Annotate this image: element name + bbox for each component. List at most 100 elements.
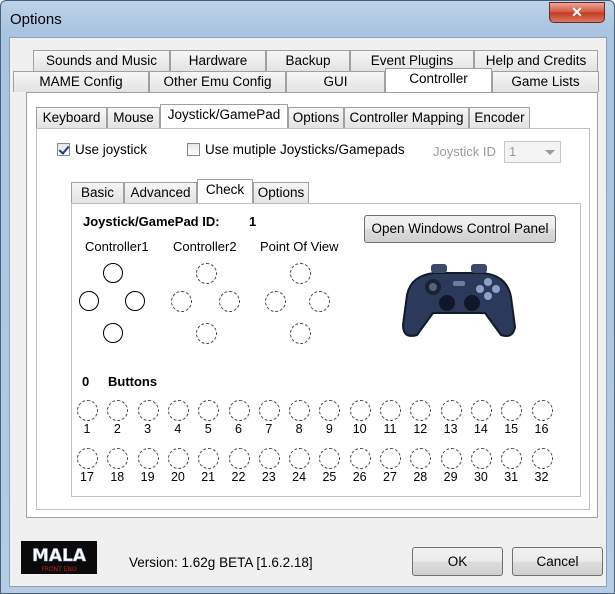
controller1-down-indicator — [103, 323, 123, 343]
button-indicator-9 — [319, 400, 341, 421]
button-indicator-29 — [440, 448, 462, 469]
button-indicator-22 — [228, 448, 250, 469]
controller-panel: Keyboard Mouse Joystick/GamePad Options … — [26, 92, 598, 518]
button-indicator-17 — [77, 448, 98, 469]
use-joystick-label: Use joystick — [75, 142, 148, 157]
button-number-label: 7 — [265, 422, 273, 436]
button-indicator-28 — [410, 448, 432, 469]
button-number-label: 23 — [261, 470, 276, 484]
joystick-id-select[interactable]: 1 — [504, 141, 561, 163]
tab-keyboard[interactable]: Keyboard — [36, 107, 107, 128]
pov-left-indicator — [265, 291, 286, 312]
button-number-label: 24 — [292, 470, 307, 484]
button-number-label: 27 — [383, 470, 397, 484]
tab-check[interactable]: Check — [197, 179, 253, 203]
use-multiple-label: Use mutiple Joysticks/Gamepads — [205, 142, 405, 157]
tab-backup[interactable]: Backup — [266, 50, 350, 71]
tab-advanced[interactable]: Advanced — [124, 182, 197, 203]
button-indicator-21 — [198, 448, 220, 469]
button-number-label: 31 — [504, 470, 519, 484]
button-indicator-5 — [198, 400, 220, 421]
button-number-label: 30 — [473, 470, 488, 484]
tab-encoder[interactable]: Encoder — [469, 107, 530, 128]
button-number-label: 5 — [204, 422, 212, 436]
use-joystick-checkbox[interactable]: Use joystick — [57, 142, 147, 157]
pov-down-indicator — [290, 323, 311, 344]
open-windows-control-panel-button[interactable]: Open Windows Control Panel — [364, 215, 556, 243]
button-indicator-13 — [440, 400, 462, 421]
button-indicator-8 — [289, 400, 311, 421]
mala-logo: MALA FRONT END — [21, 541, 97, 574]
joystick-id-label: Joystick ID — [433, 144, 496, 159]
tab-controller[interactable]: Controller — [385, 68, 492, 92]
controller1-right-indicator — [125, 291, 145, 311]
version-text: Version: 1.62g BETA [1.6.2.18] — [129, 555, 313, 570]
joystick-id-value: 1 — [509, 144, 517, 159]
button-number-label: 16 — [534, 422, 549, 436]
button-number-label: 26 — [352, 470, 367, 484]
tab-inner-options[interactable]: Options — [253, 182, 309, 203]
button-number-label: 3 — [144, 422, 152, 436]
check-panel: Joystick/GamePad ID: 1 Open Windows Cont… — [71, 203, 581, 497]
tab-help-and-credits[interactable]: Help and Credits — [474, 50, 598, 71]
tab-mouse[interactable]: Mouse — [107, 107, 160, 128]
button-indicator-31 — [501, 448, 523, 469]
tab-other-emu-config[interactable]: Other Emu Config — [149, 71, 286, 92]
button-indicator-7 — [258, 400, 280, 421]
tab-hardware[interactable]: Hardware — [170, 50, 266, 71]
button-indicator-26 — [349, 448, 371, 469]
tab-gui[interactable]: GUI — [286, 71, 385, 92]
button-indicator-19 — [137, 448, 159, 469]
button-indicator-30 — [470, 448, 492, 469]
button-indicator-23 — [258, 448, 280, 469]
tab-options[interactable]: Options — [288, 107, 344, 128]
top-tabs-row1: Sounds and Music Hardware Backup Event P… — [33, 50, 598, 71]
button-indicator-12 — [410, 400, 432, 421]
controller1-up-indicator — [103, 263, 123, 283]
button-count: 0 — [82, 374, 90, 389]
button-number-label: 18 — [110, 470, 125, 484]
tab-mame-config[interactable]: MAME Config — [13, 71, 149, 92]
tab-sounds-and-music[interactable]: Sounds and Music — [33, 50, 170, 71]
button-number-label: 11 — [383, 422, 397, 436]
button-number-label: 22 — [231, 470, 246, 484]
button-number-label: 17 — [80, 470, 94, 484]
controller2-down-indicator — [196, 323, 217, 344]
button-indicator-4 — [167, 400, 189, 421]
button-indicator-27 — [380, 448, 401, 469]
svg-text:FRONT END: FRONT END — [41, 566, 77, 573]
joystick-panel: Use joystick Use mutiple Joysticks/Gamep… — [36, 128, 590, 510]
gamepad-icon — [401, 264, 517, 337]
button-number-label: 1 — [83, 422, 91, 436]
button-number-label: 20 — [170, 470, 185, 484]
button-indicator-3 — [137, 400, 159, 421]
button-number-label: 15 — [504, 422, 519, 436]
use-multiple-joysticks-checkbox[interactable]: Use mutiple Joysticks/Gamepads — [187, 142, 405, 157]
tab-game-lists[interactable]: Game Lists — [492, 71, 599, 92]
button-indicator-11 — [380, 400, 401, 421]
button-number-label: 19 — [140, 470, 155, 484]
button-number-label: 9 — [325, 422, 333, 436]
tab-basic[interactable]: Basic — [71, 182, 124, 203]
button-number-label: 28 — [413, 470, 428, 484]
button-number-label: 6 — [235, 422, 242, 436]
joystick-id-heading: Joystick/GamePad ID: — [83, 214, 220, 229]
mala-logo-icon: MALA FRONT END — [32, 546, 88, 573]
options-window: Options ✕ Sounds and Music Hardware Back… — [0, 0, 615, 594]
title-bar[interactable]: Options ✕ — [1, 1, 614, 37]
point-of-view-label: Point Of View — [260, 239, 339, 254]
button-indicator-10 — [349, 400, 371, 421]
ok-button[interactable]: OK — [412, 547, 503, 576]
button-indicator-1 — [77, 400, 98, 421]
tab-joystick-gamepad[interactable]: Joystick/GamePad — [160, 104, 288, 128]
button-indicator-2 — [107, 400, 129, 421]
close-button[interactable]: ✕ — [549, 2, 605, 23]
svg-text:MALA: MALA — [32, 546, 87, 566]
controller2-up-indicator — [196, 263, 217, 284]
dialog-body: Sounds and Music Hardware Backup Event P… — [9, 37, 607, 587]
controller1-left-indicator — [79, 291, 99, 311]
cancel-button[interactable]: Cancel — [512, 547, 603, 576]
button-number-label: 2 — [113, 422, 121, 436]
button-number-label: 14 — [473, 422, 488, 436]
tab-controller-mapping[interactable]: Controller Mapping — [344, 107, 469, 128]
